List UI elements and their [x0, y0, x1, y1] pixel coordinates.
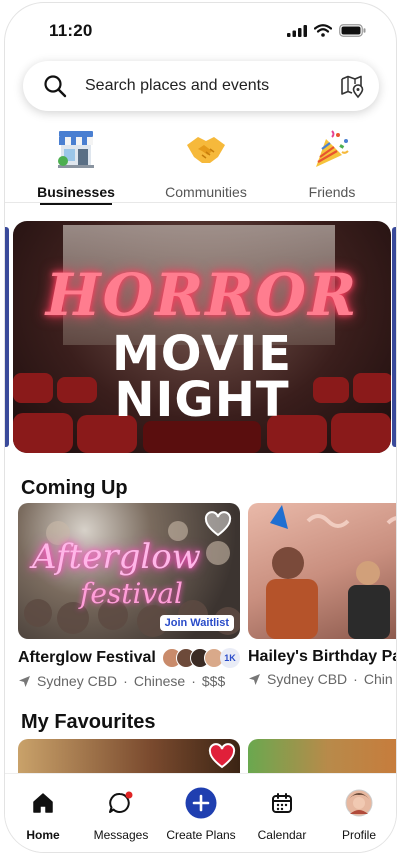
event-price: $$$ [201, 673, 226, 689]
hero-title-line2: MOVIE NIGHT [13, 326, 391, 428]
hero-banner[interactable]: HORROR MOVIE NIGHT [13, 221, 391, 453]
search-bar[interactable]: Search places and events [23, 61, 379, 111]
event-meta: Sydney CBD · Chin [248, 671, 396, 687]
chat-icon [109, 791, 133, 813]
tab-label: Communities [165, 184, 247, 200]
party-illustration [266, 505, 396, 639]
category-tabs: Businesses Communities Friends [5, 127, 396, 205]
attendee-avatars: 1K [162, 648, 240, 668]
status-time: 11:20 [49, 21, 93, 40]
active-tab-underline [40, 203, 112, 205]
attendee-count: 1K [220, 648, 240, 668]
festival-neon-text: festival [80, 577, 183, 610]
nav-home[interactable]: Home [5, 788, 83, 842]
favourites-title: My Favourites [21, 711, 156, 733]
nav-label: Home [26, 828, 60, 842]
hero-title-movie: MOVIE [111, 326, 293, 382]
location-arrow-icon [249, 673, 260, 685]
event-name-row: Afterglow Festival 1K [18, 648, 240, 668]
separator-dot: · [353, 671, 358, 687]
nav-label: Calendar [257, 828, 307, 842]
tab-businesses[interactable]: Businesses [21, 127, 131, 205]
nav-messages[interactable]: Messages [81, 788, 161, 842]
nav-label: Profile [341, 828, 376, 842]
search-placeholder[interactable]: Search places and events [85, 77, 269, 95]
battery-icon [339, 24, 366, 37]
signal-icon [287, 24, 307, 37]
event-image [248, 503, 396, 639]
separator-dot: · [123, 673, 128, 689]
event-cuisine: Chin [363, 671, 393, 687]
carousel-prev-peek[interactable] [5, 227, 9, 447]
nav-label: Create Plans [166, 828, 236, 842]
afterglow-neon-text: Afterglow [32, 537, 201, 577]
nav-label: Messages [93, 828, 149, 842]
home-icon [33, 793, 53, 813]
hero-title-line1: HORROR [45, 261, 359, 329]
nav-profile[interactable]: Profile [319, 788, 396, 842]
event-card-birthday[interactable]: Hailey's Birthday Pa Sydney CBD · Chin [248, 503, 397, 687]
handshake-icon [187, 137, 225, 163]
favorite-heart-filled-icon[interactable] [208, 743, 236, 769]
shop-icon [58, 131, 94, 168]
status-icons [287, 24, 366, 37]
event-location: Sydney CBD [267, 671, 348, 687]
calendar-icon [272, 793, 292, 813]
favorite-heart-icon[interactable] [204, 511, 232, 537]
plus-icon [185, 787, 217, 819]
status-bar: 11:20 [5, 3, 396, 55]
event-location: Sydney CBD [37, 673, 118, 689]
avatar [345, 789, 373, 817]
tab-label: Friends [308, 184, 356, 200]
hero-title-night: NIGHT [114, 372, 290, 428]
separator-dot: · [191, 673, 196, 689]
location-arrow-icon [19, 675, 30, 687]
map-pin-icon[interactable] [339, 73, 365, 99]
nav-calendar[interactable]: Calendar [242, 788, 322, 842]
event-card-afterglow[interactable]: Afterglow festival Join Waitlist Aftergl… [18, 503, 240, 689]
coming-up-title: Coming Up [21, 477, 128, 499]
nav-create-plans[interactable]: Create Plans [161, 787, 241, 842]
tab-friends[interactable]: Friends [277, 127, 387, 200]
event-name: Afterglow Festival [18, 649, 156, 666]
party-popper-icon [316, 130, 349, 167]
bottom-nav: Home Messages Create Plans Calendar Prof… [5, 773, 396, 852]
event-name: Hailey's Birthday Pa [248, 648, 397, 665]
wifi-icon [314, 24, 332, 37]
event-meta: Sydney CBD · Chinese · $$$ [18, 673, 240, 689]
phone-frame: 11:20 Search places and events Businesse… [4, 2, 397, 853]
search-icon [44, 75, 67, 98]
tab-label: Businesses [37, 184, 115, 200]
join-waitlist-button[interactable]: Join Waitlist [159, 615, 234, 631]
event-image: Afterglow festival Join Waitlist [18, 503, 240, 639]
event-cuisine: Chinese [133, 673, 186, 689]
tab-communities[interactable]: Communities [151, 127, 261, 200]
carousel-next-peek[interactable] [392, 227, 396, 447]
